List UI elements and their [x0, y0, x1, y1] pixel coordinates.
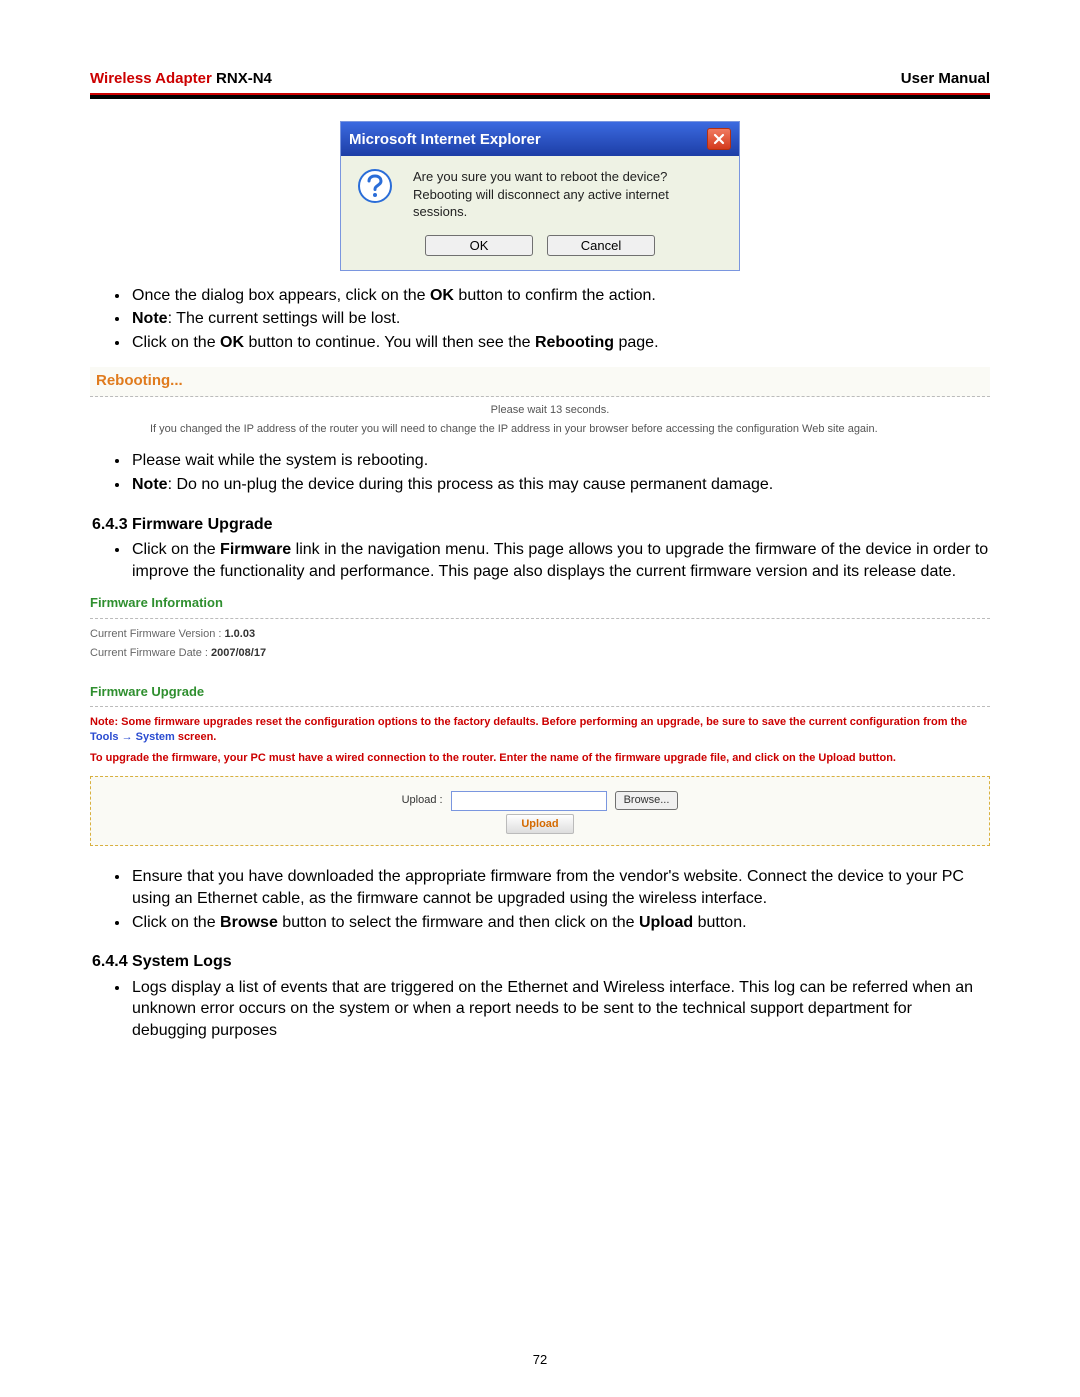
list-item: Note: The current settings will be lost.: [130, 308, 990, 330]
ie-title-text: Microsoft Internet Explorer: [349, 131, 541, 148]
rebooting-wait: Please wait 13 seconds.: [150, 403, 950, 418]
list-item: Click on the Browse button to select the…: [130, 912, 990, 934]
list-item: Click on the Firmware link in the naviga…: [130, 539, 990, 582]
ie-message: Are you sure you want to reboot the devi…: [413, 168, 723, 221]
list-after-fw: Ensure that you have downloaded the appr…: [130, 866, 990, 933]
question-icon: [357, 168, 395, 221]
product-model: RNX-N4: [216, 70, 272, 87]
upload-area: Upload : Browse... Upload: [90, 776, 990, 847]
list-after-reboot: Please wait while the system is rebootin…: [130, 450, 990, 495]
rebooting-title: Rebooting...: [90, 367, 990, 396]
fw-note-2: To upgrade the firmware, your PC must ha…: [90, 751, 990, 766]
fw-date: Current Firmware Date : 2007/08/17: [90, 646, 990, 661]
list-after-dialog: Once the dialog box appears, click on th…: [130, 285, 990, 354]
page-number: 72: [0, 1352, 1080, 1367]
rule-black: [90, 95, 990, 99]
list-item: Logs display a list of events that are t…: [130, 977, 990, 1042]
section-heading-643: 6.4.3 Firmware Upgrade: [92, 514, 990, 536]
close-icon[interactable]: [707, 128, 731, 150]
doc-type: User Manual: [901, 70, 990, 87]
list-item: Please wait while the system is rebootin…: [130, 450, 990, 472]
firmware-panel: Firmware Information Current Firmware Ve…: [90, 594, 990, 846]
fw-info-heading: Firmware Information: [90, 594, 990, 612]
list-item: Once the dialog box appears, click on th…: [130, 285, 990, 307]
browse-button[interactable]: Browse...: [615, 791, 679, 810]
cancel-button[interactable]: Cancel: [547, 235, 655, 256]
rebooting-panel: Rebooting... Please wait 13 seconds. If …: [90, 367, 990, 442]
fw-upgrade-heading: Firmware Upgrade: [90, 683, 990, 701]
page-header: Wireless Adapter RNX-N4 User Manual: [90, 70, 990, 87]
fw-note-1: Note: Some firmware upgrades reset the c…: [90, 715, 990, 745]
list-item: Note: Do no un-plug the device during th…: [130, 474, 990, 496]
fw-version: Current Firmware Version : 1.0.03: [90, 627, 990, 642]
list-item: Ensure that you have downloaded the appr…: [130, 866, 990, 909]
upload-button[interactable]: Upload: [506, 814, 573, 834]
upload-input[interactable]: [451, 791, 607, 811]
ie-dialog: Microsoft Internet Explorer Are you sure…: [340, 121, 740, 271]
list-item: Click on the OK button to continue. You …: [130, 332, 990, 354]
ok-button[interactable]: OK: [425, 235, 533, 256]
list-643: Click on the Firmware link in the naviga…: [130, 539, 990, 582]
ie-titlebar: Microsoft Internet Explorer: [341, 122, 739, 156]
upload-label: Upload :: [402, 793, 443, 808]
list-644: Logs display a list of events that are t…: [130, 977, 990, 1042]
section-heading-644: 6.4.4 System Logs: [92, 951, 990, 973]
rebooting-msg: If you changed the IP address of the rou…: [150, 422, 950, 437]
product-name: Wireless Adapter: [90, 70, 212, 87]
